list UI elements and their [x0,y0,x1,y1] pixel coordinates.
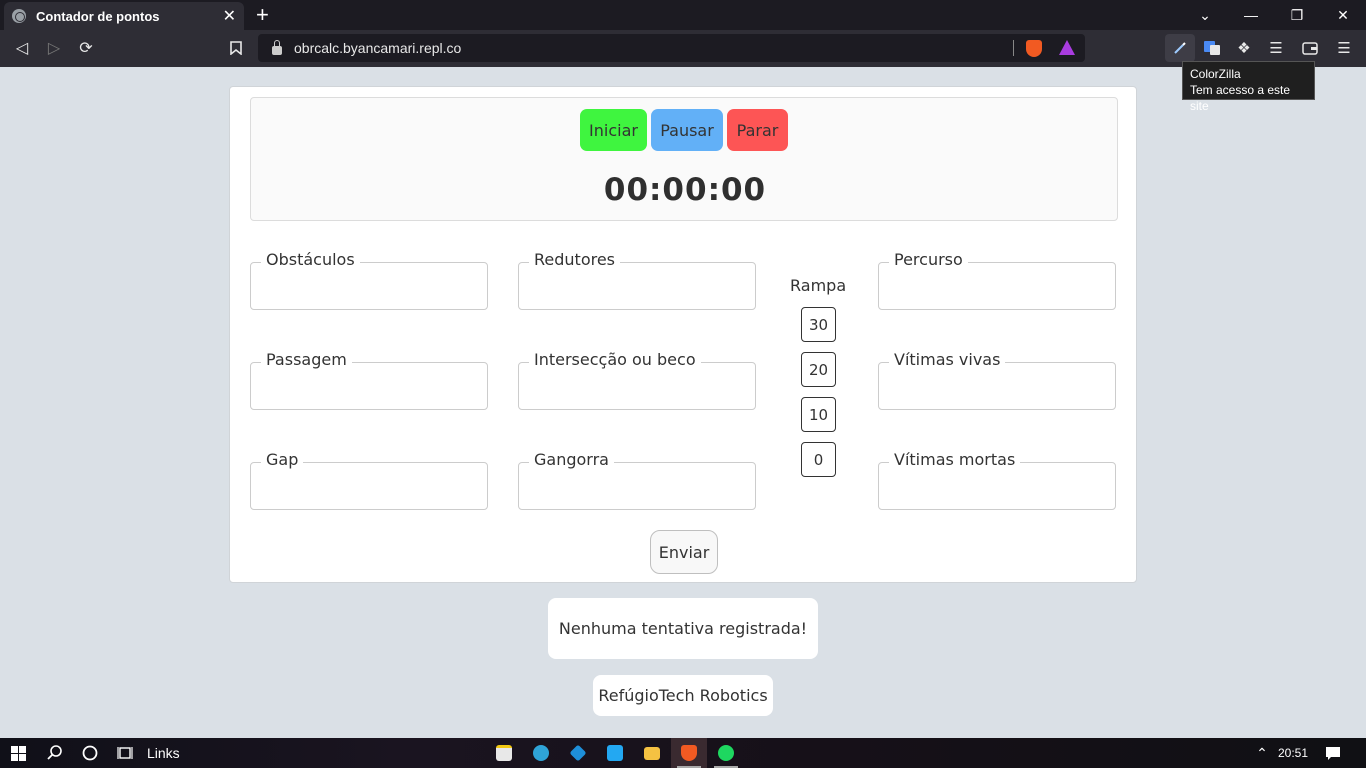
media-queue-icon[interactable]: ☰ [1261,34,1291,62]
obstaculos-label: Obstáculos [261,250,360,269]
address-bar[interactable]: obrcalc.byancamari.repl.co [258,34,1085,62]
extensions-puzzle-icon[interactable]: ❖ [1229,34,1259,62]
reload-icon[interactable]: ⟳ [74,36,98,60]
percurso-field: Percurso [878,250,1116,310]
close-window-button[interactable]: ✕ [1320,0,1366,30]
gangorra-input[interactable] [525,477,749,503]
start-button[interactable]: Iniciar [580,109,647,151]
pause-button[interactable]: Pausar [651,109,723,151]
windows-start-icon[interactable] [0,738,36,768]
gangorra-field: Gangorra [518,450,756,510]
edge-icon[interactable] [523,738,559,768]
browser-toolbar: ◁ ▷ ⟳ obrcalc.byancamari.repl.co ❖ ☰ ☰ [0,30,1366,67]
timer-display: 00:00:00 [603,172,767,208]
score-card: Iniciar Pausar Parar 00:00:00 Obstáculos… [229,86,1137,583]
gangorra-label: Gangorra [529,450,614,469]
file-explorer-icon[interactable] [634,738,670,768]
gap-input[interactable] [257,477,481,503]
tab-strip: Contador de pontos ✕ + ⌄ — ❐ ✕ [0,0,1366,30]
interseccao-field: Intersecção ou beco [518,350,756,410]
links-toolbar[interactable]: Links [147,738,180,768]
forward-icon[interactable]: ▷ [42,36,66,60]
vitimas-vivas-label: Vítimas vivas [889,350,1006,369]
passagem-label: Passagem [261,350,352,369]
menu-icon[interactable]: ☰ [1329,34,1359,62]
restore-button[interactable]: ❐ [1274,0,1320,30]
gap-field: Gap [250,450,488,510]
divider [1013,40,1014,56]
browser-tab[interactable]: Contador de pontos ✕ [4,2,244,30]
minimize-button[interactable]: — [1228,0,1274,30]
tab-title: Contador de pontos [36,8,160,24]
passagem-field: Passagem [250,350,488,410]
taskbar: Links ⌃ 20:51 [0,738,1366,768]
rampa-option-0[interactable]: 0 [801,442,836,477]
gap-label: Gap [261,450,304,469]
wallet-icon[interactable] [1295,34,1325,62]
store-icon[interactable] [486,738,522,768]
obstaculos-field: Obstáculos [250,250,488,310]
lock-icon [272,39,282,55]
credit-badge: RefúgioTech Robotics [593,675,773,716]
redutores-label: Redutores [529,250,621,269]
brave-taskbar-icon[interactable] [671,738,707,768]
vitimas-vivas-field: Vítimas vivas [878,350,1116,410]
passagem-input[interactable] [257,377,481,403]
globe-icon [12,9,26,23]
submit-button[interactable]: Enviar [650,530,718,574]
translate-icon[interactable] [1197,34,1227,62]
bookmark-icon[interactable] [224,36,248,60]
spotify-icon[interactable] [708,738,744,768]
redutores-input[interactable] [525,277,749,303]
percurso-label: Percurso [889,250,968,269]
timer-panel: Iniciar Pausar Parar 00:00:00 [250,97,1118,221]
notifications-icon[interactable] [1320,738,1346,768]
vscode-icon[interactable] [597,738,633,768]
rampa-option-30[interactable]: 30 [801,307,836,342]
rampa-label: Rampa [790,276,847,295]
new-tab-button[interactable]: + [256,3,269,27]
task-view-icon[interactable] [107,738,143,768]
back-icon[interactable]: ◁ [10,36,34,60]
vitimas-mortas-field: Vítimas mortas [878,450,1116,510]
brave-shields-icon[interactable] [1026,40,1042,57]
extension-tooltip: ColorZilla Tem acesso a este site [1182,61,1315,113]
tab-close-icon[interactable]: ✕ [223,6,236,26]
tooltip-title: ColorZilla [1190,67,1241,81]
percurso-input[interactable] [885,277,1109,303]
stop-button[interactable]: Parar [727,109,788,151]
brave-rewards-icon[interactable] [1059,40,1075,55]
rampa-option-20[interactable]: 20 [801,352,836,387]
tab-search-chevron-icon[interactable]: ⌄ [1182,0,1228,30]
tray-chevron-icon[interactable]: ⌃ [1252,738,1272,768]
vitimas-mortas-input[interactable] [885,477,1109,503]
obstaculos-input[interactable] [257,277,481,303]
interseccao-input[interactable] [525,377,749,403]
url-text: obrcalc.byancamari.repl.co [294,40,462,56]
clock[interactable]: 20:51 [1278,738,1308,768]
status-message: Nenhuma tentativa registrada! [548,598,818,659]
redutores-field: Redutores [518,250,756,310]
interseccao-label: Intersecção ou beco [529,350,701,369]
tooltip-text: Tem acesso a este site [1190,83,1291,113]
dropbox-icon[interactable] [560,738,596,768]
rampa-option-10[interactable]: 10 [801,397,836,432]
search-icon[interactable] [37,738,73,768]
colorzilla-icon[interactable] [1165,34,1195,62]
cortana-icon[interactable] [72,738,108,768]
vitimas-vivas-input[interactable] [885,377,1109,403]
vitimas-mortas-label: Vítimas mortas [889,450,1021,469]
